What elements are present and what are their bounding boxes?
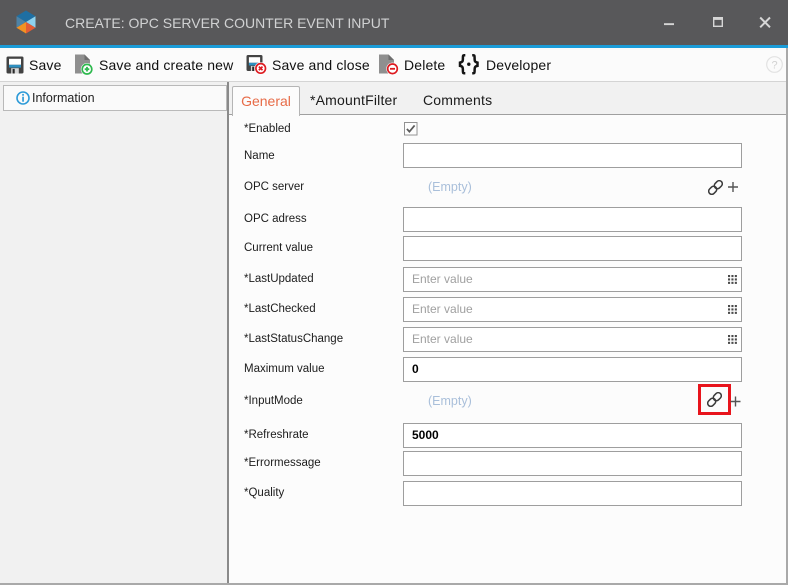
svg-text:?: ? xyxy=(771,60,777,72)
